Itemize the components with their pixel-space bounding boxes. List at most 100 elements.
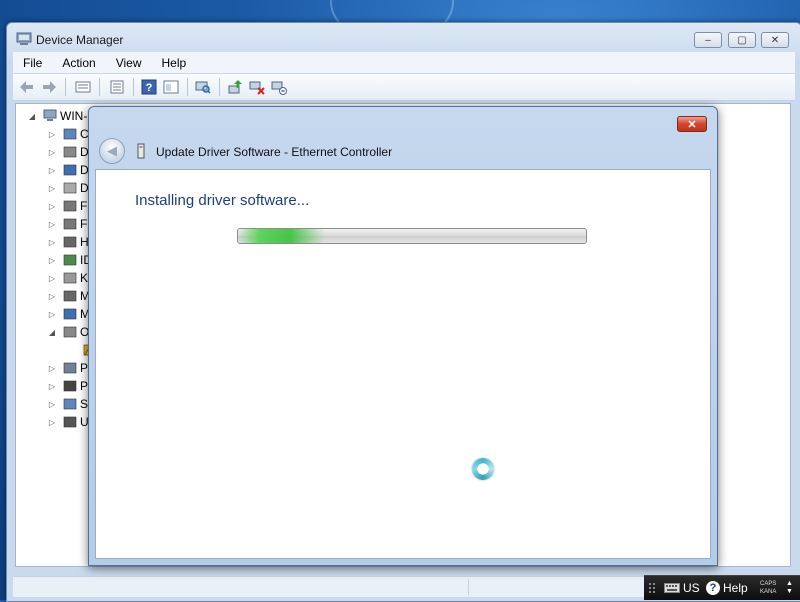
hid-icon xyxy=(63,236,77,248)
titlebar[interactable]: Device Manager ‒ ▢ ✕ xyxy=(7,23,800,51)
properties-icon xyxy=(110,80,124,94)
toolbar: ? xyxy=(13,74,795,101)
toolbar-separator xyxy=(65,78,66,96)
install-progress-bar xyxy=(237,228,587,244)
tree-node[interactable]: ▷ Di xyxy=(48,161,91,179)
expand-icon[interactable]: ▷ xyxy=(48,274,56,283)
forward-icon xyxy=(43,81,56,93)
port-icon xyxy=(63,362,77,374)
tree-node[interactable]: ▷ Ur xyxy=(48,413,93,431)
uninstall-button[interactable] xyxy=(247,78,267,96)
mouse-icon xyxy=(63,290,77,302)
busy-spinner-icon xyxy=(472,458,494,480)
expand-icon[interactable]: ▷ xyxy=(48,148,56,157)
tray-help-button[interactable]: ? Help xyxy=(706,576,748,600)
system-device-icon xyxy=(63,398,77,410)
disable-button[interactable] xyxy=(269,78,289,96)
tree-root-label: WIN-( xyxy=(60,109,92,123)
dvd-drive-icon xyxy=(63,182,77,194)
language-indicator[interactable]: US xyxy=(664,576,700,600)
menu-view[interactable]: View xyxy=(106,56,152,70)
tree-node[interactable]: ▷ ID xyxy=(48,251,92,269)
progress-fill xyxy=(238,229,325,243)
tree-node[interactable]: ▷ Di xyxy=(48,143,91,161)
dialog-close-button[interactable]: ✕ xyxy=(677,116,707,132)
display-adapter-icon xyxy=(63,164,77,176)
back-arrow-icon: ◀ xyxy=(107,143,117,158)
tree-root[interactable]: ◢ WIN-( xyxy=(28,107,91,125)
update-driver-icon xyxy=(228,80,242,94)
view-icon xyxy=(163,80,179,94)
tray-arrows-icon[interactable]: ▲ ▼ xyxy=(786,576,793,600)
help-icon: ? xyxy=(706,581,720,595)
expand-icon[interactable]: ▷ xyxy=(48,400,56,409)
update-driver-button[interactable] xyxy=(225,78,245,96)
collapse-icon[interactable]: ◢ xyxy=(28,112,36,121)
menu-bar: File Action View Help xyxy=(13,52,795,73)
ethernet-device-icon xyxy=(137,143,145,159)
view-button[interactable] xyxy=(161,78,181,96)
taskbar-tray: US ? Help CAPS KANA ▲ ▼ xyxy=(644,575,800,600)
expand-icon[interactable]: ▷ xyxy=(48,310,56,319)
maximize-button[interactable]: ▢ xyxy=(728,32,756,48)
expand-icon[interactable]: ▷ xyxy=(48,238,56,247)
up-level-button[interactable] xyxy=(73,78,93,96)
dialog-header: ◀ Update Driver Software - Ethernet Cont… xyxy=(89,131,717,171)
back-button[interactable]: ◀ xyxy=(99,138,125,164)
disk-drive-icon xyxy=(63,146,77,158)
forward-button[interactable] xyxy=(39,78,59,96)
dialog-title: Update Driver Software - Ethernet Contro… xyxy=(156,145,393,159)
menu-action[interactable]: Action xyxy=(52,56,105,70)
usb-icon xyxy=(63,416,77,428)
help-button[interactable]: ? xyxy=(139,78,159,96)
monitor-icon xyxy=(63,308,77,320)
expand-icon[interactable]: ▷ xyxy=(48,166,56,175)
processor-icon xyxy=(63,380,77,392)
keyboard-icon xyxy=(664,583,680,593)
expand-icon[interactable]: ▷ xyxy=(48,184,56,193)
expand-icon[interactable]: ▷ xyxy=(48,364,56,373)
other-devices-icon xyxy=(63,326,77,338)
floppy-controller-icon xyxy=(63,218,77,230)
close-icon: ✕ xyxy=(770,34,780,46)
scan-hardware-icon xyxy=(195,81,211,94)
back-button[interactable] xyxy=(17,78,37,96)
computer-root-icon xyxy=(43,109,57,121)
toolbar-separator xyxy=(187,78,188,96)
collapse-icon[interactable]: ◢ xyxy=(48,328,56,337)
menu-help[interactable]: Help xyxy=(152,56,197,70)
menu-file[interactable]: File xyxy=(13,56,52,70)
language-label: US xyxy=(683,581,700,595)
ime-status[interactable]: CAPS KANA xyxy=(760,576,776,600)
expand-icon[interactable]: ▷ xyxy=(48,130,56,139)
disable-icon xyxy=(271,81,287,95)
close-button[interactable]: ✕ xyxy=(761,32,789,48)
tray-help-label: Help xyxy=(723,581,748,595)
maximize-icon: ▢ xyxy=(737,34,747,46)
window-title: Device Manager xyxy=(36,33,124,47)
kana-label: KANA xyxy=(760,589,777,595)
minimize-button[interactable]: ‒ xyxy=(694,32,722,48)
close-icon: ✕ xyxy=(687,118,697,131)
expand-icon[interactable]: ▷ xyxy=(48,220,56,229)
caps-label: CAPS xyxy=(760,581,777,587)
expand-icon[interactable]: ▷ xyxy=(48,292,56,301)
expand-icon[interactable]: ▷ xyxy=(48,382,56,391)
properties-button[interactable] xyxy=(107,78,127,96)
ide-icon xyxy=(63,254,77,266)
tree-node[interactable]: ▷ Pr xyxy=(48,377,92,395)
help-icon: ? xyxy=(141,79,157,95)
computer-icon xyxy=(63,128,77,140)
tree-node[interactable]: ◢ Ot xyxy=(48,323,93,341)
tree-node[interactable]: ▷ Mi xyxy=(48,287,93,305)
toolbar-separator xyxy=(133,78,134,96)
dialog-body: Installing driver software... xyxy=(95,169,711,559)
status-cell xyxy=(13,579,469,595)
expand-icon[interactable]: ▷ xyxy=(48,202,56,211)
uninstall-icon xyxy=(249,81,265,95)
scan-hardware-button[interactable] xyxy=(193,78,213,96)
toolbar-separator xyxy=(99,78,100,96)
expand-icon[interactable]: ▷ xyxy=(48,256,56,265)
expand-icon[interactable]: ▷ xyxy=(48,418,56,427)
keyboard-icon xyxy=(63,272,77,284)
